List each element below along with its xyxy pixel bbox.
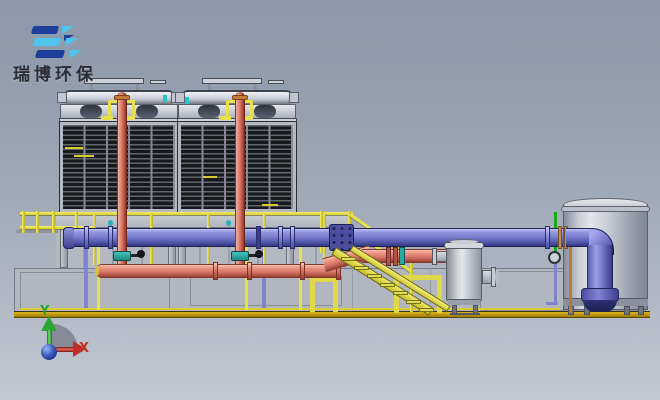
fan-deck-rail: [202, 78, 262, 84]
bracket-foot: [101, 116, 113, 120]
stair-step: [367, 274, 382, 278]
instrument-line-purple: [546, 302, 558, 305]
vessel-base-line: [450, 313, 480, 315]
fan-inlet-arc: [136, 105, 158, 118]
triad-x-label: X: [79, 341, 89, 356]
riser-collar: [114, 95, 130, 100]
stair-step: [341, 257, 356, 261]
cad-viewport[interactable]: Y X 瑞博环保: [0, 0, 660, 400]
filter-vessel[interactable]: [446, 245, 482, 301]
edge-line-yellow: [20, 308, 560, 310]
deck-sensor-teal: [226, 220, 231, 226]
fan-inlet-arc: [254, 105, 276, 118]
railing-post: [22, 211, 25, 233]
pipe-flange: [247, 262, 252, 280]
pipe-flange: [278, 226, 283, 249]
company-logo: [30, 26, 90, 62]
vessel-inlet-flange: [432, 248, 437, 265]
z-axis-origin-sphere[interactable]: [41, 344, 57, 360]
flange-ring-teal: [399, 247, 405, 265]
louver-mark: [65, 147, 83, 149]
pipe-flange: [213, 262, 218, 280]
pipe-flange: [84, 226, 89, 249]
fan-deck-rail-stub: [150, 80, 166, 84]
railing-post: [36, 211, 39, 233]
blue-header-pipe[interactable]: [74, 228, 563, 247]
valve-handle[interactable]: [255, 250, 263, 258]
valve-teal[interactable]: [113, 251, 131, 261]
pipe-flange: [290, 226, 295, 249]
logo-wedge: [66, 38, 78, 46]
railing-top-rail[interactable]: [20, 212, 353, 215]
subdeck-post: [97, 246, 100, 310]
skid-base-strip[interactable]: [14, 311, 650, 318]
blue-downcomer-pipe[interactable]: [587, 245, 613, 292]
fan-deck-rail-stub: [268, 80, 284, 84]
cowl-fin: [289, 92, 299, 103]
pipe-stand: [310, 277, 338, 312]
pipe-flange: [300, 262, 305, 280]
logo-bar: [35, 50, 65, 58]
tank-leg: [624, 306, 630, 315]
riser-collar: [232, 95, 248, 100]
vessel-side-cap: [495, 269, 499, 285]
vessel-dome: [450, 239, 478, 244]
stair-step: [380, 283, 395, 287]
y-axis-arrowhead[interactable]: [41, 316, 57, 331]
pipe-flange: [108, 226, 113, 249]
stair-step: [406, 300, 421, 304]
stair-step: [393, 291, 408, 295]
louver-mark: [74, 155, 94, 157]
sensor-tick-teal: [163, 95, 167, 102]
logo-bar: [31, 26, 59, 34]
logo-wedge: [70, 50, 82, 58]
tank-leg: [638, 306, 644, 315]
stair-step: [354, 266, 369, 270]
louver-mark: [262, 204, 278, 206]
hot-riser-pipe-left[interactable]: [117, 92, 127, 266]
valve-handle[interactable]: [137, 250, 145, 258]
hot-riser-pipe-right[interactable]: [235, 92, 245, 266]
subdeck-pipe-purple: [84, 246, 88, 308]
pipe-flange: [545, 226, 550, 249]
logo-wedge: [62, 26, 74, 34]
instrument-gauge: [548, 251, 561, 264]
sensor-tick-teal: [185, 97, 189, 104]
bolted-flange-red: [393, 247, 398, 266]
valve-teal[interactable]: [231, 251, 249, 261]
pipe-flange: [256, 226, 261, 249]
hot-header-endcap: [95, 266, 99, 276]
logo-bar: [33, 38, 61, 46]
railing-post: [52, 211, 55, 233]
basin-seam: [352, 268, 353, 311]
cowl-fin: [175, 92, 185, 103]
company-name: 瑞博环保: [13, 60, 97, 85]
cowl-fin: [57, 92, 67, 103]
bolted-flange-red: [386, 247, 391, 266]
instrument-line-purple: [554, 264, 557, 304]
fan-inlet-arc: [80, 105, 102, 118]
bracket-foot: [219, 116, 231, 120]
copper-flange-ring: [558, 226, 562, 249]
stair-step: [419, 308, 434, 312]
tank-rim: [561, 206, 650, 212]
fan-inlet-arc: [198, 105, 220, 118]
louver-mark: [203, 176, 217, 178]
